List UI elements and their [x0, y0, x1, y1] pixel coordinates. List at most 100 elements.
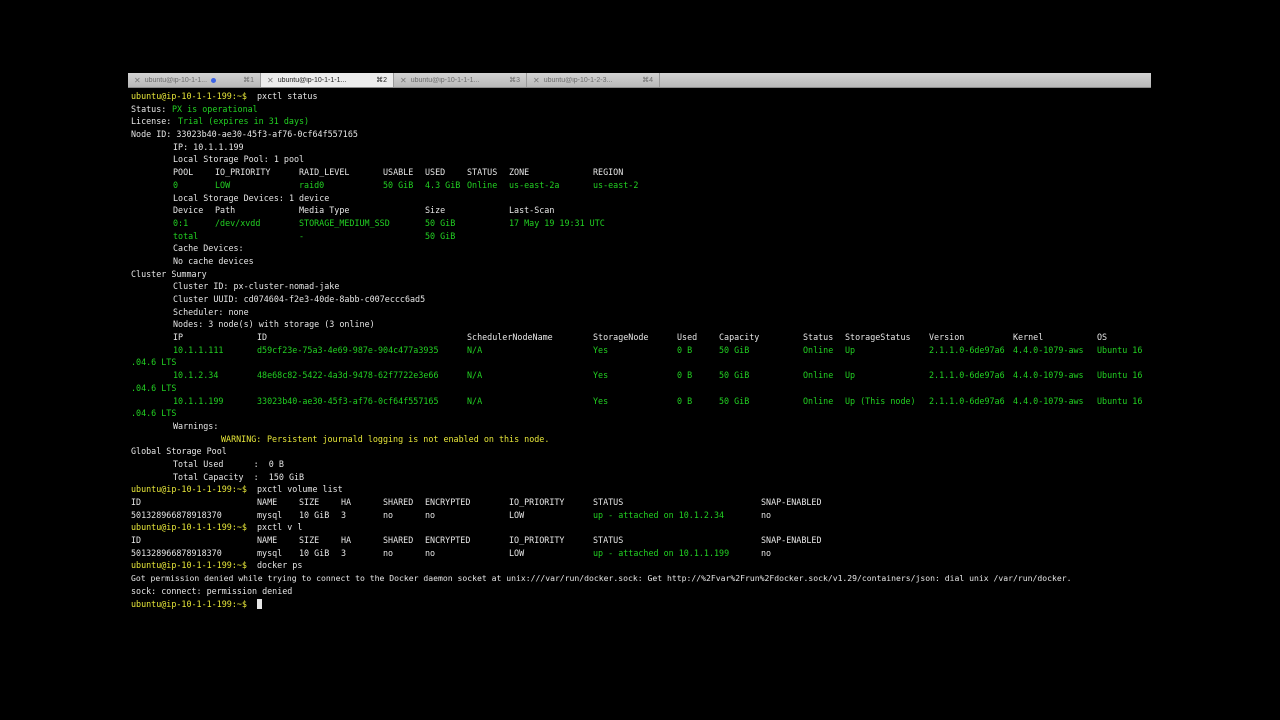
col-header: IO_PRIORITY — [509, 535, 565, 546]
cell: LOW — [509, 509, 525, 520]
cell: 50 GiB — [383, 179, 414, 190]
col-header: STATUS — [593, 535, 624, 546]
tab-label: ubuntu@ip-10-1-1-1... — [277, 76, 347, 84]
command: pxctl status — [257, 91, 318, 101]
output-line: Global Storage Pool — [131, 445, 1151, 458]
terminal-output[interactable]: ubuntu@ip-10-1-1-199:~$ pxctl status Sta… — [131, 90, 1151, 610]
cell: 4.3 GiB — [425, 179, 461, 190]
tab-label: ubuntu@ip-10-1-1... — [144, 76, 208, 84]
output-line: Cluster UUID: cd074604-f2e3-40de-8abb-c0… — [131, 293, 1151, 306]
cursor[interactable] — [257, 598, 262, 611]
output-line: Local Storage Pool: 1 pool — [131, 153, 1151, 166]
col-header: SNAP-ENABLED — [761, 497, 822, 507]
nodes-summary: Nodes: 3 node(s) with storage (3 online) — [173, 319, 375, 330]
cell: no — [425, 509, 436, 520]
tab-2[interactable]: ✕ ubuntu@ip-10-1-1-1... ⌘2 — [261, 73, 394, 87]
tab-1[interactable]: ✕ ubuntu@ip-10-1-1... ⌘1 — [128, 73, 261, 87]
error-line: Got permission denied while trying to co… — [131, 572, 1151, 585]
volume-header-row: ID NAME SIZE HA SHARED ENCRYPTED IO_PRIO… — [131, 496, 1151, 509]
cluster-uuid: Cluster UUID: cd074604-f2e3-40de-8abb-c0… — [173, 294, 426, 304]
tab-shortcut: ⌘4 — [642, 77, 653, 84]
local-pool: Local Storage Pool: 1 pool — [173, 154, 305, 165]
node-row-wrap: .04.6 LTS — [131, 356, 1151, 369]
cell: Yes — [593, 344, 609, 355]
tab-close-icon[interactable]: ✕ — [267, 76, 274, 85]
cell: no — [383, 547, 394, 558]
tab-4[interactable]: ✕ ubuntu@ip-10-1-2-3... ⌘4 — [527, 73, 660, 87]
cell: STORAGE_MEDIUM_SSD — [299, 217, 390, 228]
col-header: ID — [257, 332, 268, 343]
volume-row: 501328966878918370 mysql 10 GiB 3 no no … — [131, 547, 1151, 560]
col-header: Device — [173, 205, 204, 216]
cell: 50 GiB — [425, 217, 456, 228]
cell: 50 GiB — [719, 370, 750, 381]
col-header: Version — [929, 332, 965, 343]
output-line: No cache devices — [131, 255, 1151, 268]
col-header: Kernel — [1013, 332, 1044, 343]
tab-shortcut: ⌘1 — [243, 77, 254, 84]
terminal-tab-bar: ✕ ubuntu@ip-10-1-1... ⌘1 ✕ ubuntu@ip-10-… — [128, 73, 1151, 88]
tab-close-icon[interactable]: ✕ — [400, 76, 407, 85]
total-capacity: Total Capacity : 150 GiB — [173, 471, 305, 482]
cell: 0:1 — [173, 217, 189, 228]
command-line: ubuntu@ip-10-1-1-199:~$ pxctl v l — [131, 521, 1151, 534]
node-row: 10.1.2.34 48e68c82-5422-4a3d-9478-62f772… — [131, 369, 1151, 382]
col-header: Capacity — [719, 332, 760, 343]
cell: 48e68c82-5422-4a3d-9478-62f7722e3e66 — [257, 370, 439, 381]
command-line: ubuntu@ip-10-1-1-199:~$ docker ps — [131, 559, 1151, 572]
col-header: Media Type — [299, 205, 350, 216]
prompt: ubuntu@ip-10-1-1-199:~$ — [131, 91, 247, 101]
local-devices: Local Storage Devices: 1 device — [173, 192, 330, 203]
cell: 10.1.1.111 — [173, 344, 224, 355]
tab-label: ubuntu@ip-10-1-1-1... — [410, 76, 480, 84]
license-value: Trial (expires in 31 days) — [178, 116, 310, 127]
cell: N/A — [467, 344, 483, 355]
cell: Online — [803, 395, 834, 406]
volume-row: 501328966878918370 mysql 10 GiB 3 no no … — [131, 509, 1151, 522]
col-header: USABLE — [383, 167, 414, 178]
cell: Online — [803, 344, 834, 355]
cell: 3 — [341, 547, 347, 558]
cell: Yes — [593, 370, 609, 381]
cell: 2.1.1.0-6de97a6 — [929, 370, 1005, 381]
col-header: SNAP-ENABLED — [761, 535, 822, 546]
cell: N/A — [467, 370, 483, 381]
global-pool: Global Storage Pool — [131, 446, 227, 457]
tab-close-icon[interactable]: ✕ — [533, 76, 540, 85]
col-header: NAME — [257, 497, 278, 507]
cell: Ubuntu 16 — [1097, 344, 1143, 355]
col-header: STATUS — [593, 497, 624, 507]
col-header: ID — [131, 535, 142, 546]
col-header: SHARED — [383, 535, 414, 546]
cell: 10.1.2.34 — [173, 370, 219, 381]
device-total-row: total - 50 GiB — [131, 230, 1151, 243]
col-header: SIZE — [299, 535, 320, 546]
tab-close-icon[interactable]: ✕ — [134, 76, 141, 85]
output-line: License: Trial (expires in 31 days) — [131, 115, 1151, 128]
col-header: SHARED — [383, 497, 414, 507]
cell: LOW — [215, 179, 231, 190]
col-header: StorageNode — [593, 332, 649, 343]
cell: .04.6 LTS — [131, 408, 177, 419]
cell: 33023b40-ae30-45f3-af76-0cf64f557165 — [257, 395, 439, 406]
no-cache: No cache devices — [173, 255, 254, 266]
pool-header-row: POOL IO_PRIORITY RAID_LEVEL USABLE USED … — [131, 166, 1151, 179]
col-header: USED — [425, 167, 446, 178]
output-line: Total Used : 0 B — [131, 458, 1151, 471]
command-line: ubuntu@ip-10-1-1-199:~$ pxctl volume lis… — [131, 483, 1151, 496]
tab-3[interactable]: ✕ ubuntu@ip-10-1-1-1... ⌘3 — [394, 73, 527, 87]
col-header: ZONE — [509, 167, 530, 178]
cell: 10 GiB — [299, 509, 330, 520]
prompt: ubuntu@ip-10-1-1-199:~$ — [131, 484, 247, 495]
col-header: Used — [677, 332, 698, 343]
cell: Up — [845, 344, 856, 355]
cell: LOW — [509, 547, 525, 558]
col-header: POOL — [173, 167, 194, 178]
command: pxctl volume list — [257, 484, 343, 495]
cell: total — [173, 230, 199, 241]
cell: 2.1.1.0-6de97a6 — [929, 395, 1005, 406]
cell: 4.4.0-1079-aws — [1013, 344, 1084, 355]
cell: 50 GiB — [719, 395, 750, 406]
cluster-summary: Cluster Summary — [131, 268, 207, 279]
cell: 50 GiB — [719, 344, 750, 355]
